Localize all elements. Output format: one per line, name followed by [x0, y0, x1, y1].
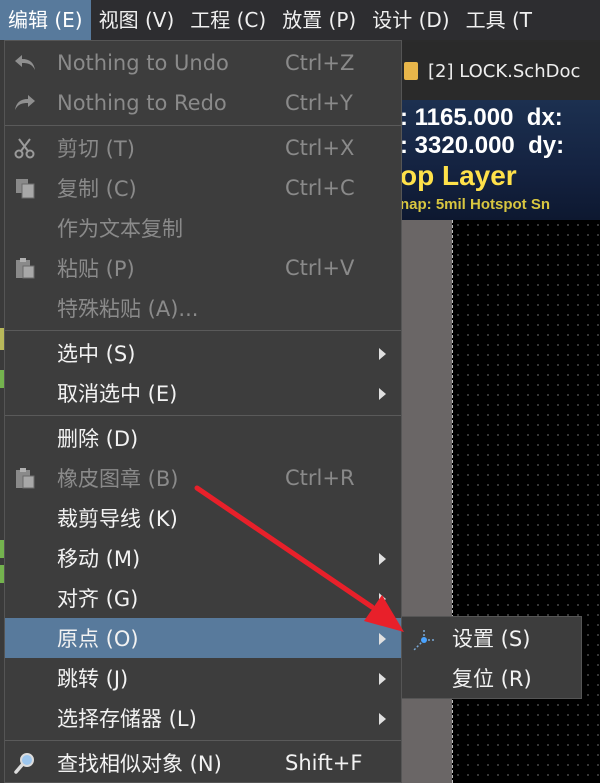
- submenu-arrow-icon: [379, 553, 386, 565]
- origin-icon: [410, 626, 438, 654]
- menu-item-jump[interactable]: 跳转 (J): [5, 658, 401, 698]
- hud-x-value: : 1165.000: [400, 104, 514, 131]
- menu-item-paste[interactable]: 粘贴 (P) Ctrl+V: [5, 248, 401, 288]
- document-tab-label: [2] LOCK.SchDoc: [428, 60, 581, 82]
- redo-icon: [11, 89, 39, 117]
- menu-item-shortcut: Shift+F: [285, 751, 363, 775]
- menu-item-label: 查找相似对象 (N): [57, 752, 222, 776]
- menu-item-label: 选择存储器 (L): [57, 707, 197, 731]
- menu-view[interactable]: 视图 (V): [91, 0, 183, 40]
- menu-item-shortcut: Ctrl+V: [285, 256, 355, 280]
- menu-separator: [5, 330, 401, 331]
- menu-tools[interactable]: 工具 (T: [458, 0, 540, 40]
- hud-snap: nap: 5mil Hotspot Sn: [400, 196, 550, 213]
- menu-item-deselect[interactable]: 取消选中 (E): [5, 373, 401, 413]
- menu-item-label: 删除 (D): [57, 427, 139, 451]
- menu-separator: [5, 125, 401, 126]
- menu-item-find-similar[interactable]: 查找相似对象 (N) Shift+F: [5, 743, 401, 783]
- menu-item-delete[interactable]: 删除 (D): [5, 418, 401, 458]
- menu-item-move[interactable]: 移动 (M): [5, 538, 401, 578]
- menu-separator: [5, 415, 401, 416]
- menu-item-cut[interactable]: 剪切 (T) Ctrl+X: [5, 128, 401, 168]
- menu-item-shortcut: Ctrl+Z: [285, 51, 355, 75]
- document-tab[interactable]: [2] LOCK.SchDoc: [400, 42, 600, 100]
- menu-place[interactable]: 放置 (P): [274, 0, 364, 40]
- menu-item-label: 作为文本复制: [57, 217, 183, 241]
- menu-item-redo[interactable]: Nothing to Redo Ctrl+Y: [5, 83, 401, 123]
- menu-item-origin[interactable]: 原点 (O): [5, 618, 401, 658]
- hud-x-row: : 1165.000 dx:: [400, 104, 563, 132]
- submenu-arrow-icon: [379, 633, 386, 645]
- menu-project[interactable]: 工程 (C): [182, 0, 274, 40]
- edit-menu: Nothing to Undo Ctrl+Z Nothing to Redo C…: [4, 40, 402, 783]
- hud-y-row: : 3320.000 dy:: [400, 132, 564, 160]
- undo-icon: [11, 49, 39, 77]
- menu-item-label: 复位 (R): [452, 667, 532, 691]
- menu-item-label: Nothing to Undo: [57, 51, 229, 75]
- menu-item-label: 复制 (C): [57, 177, 137, 201]
- menu-item-label: 剪切 (T): [57, 137, 135, 161]
- hud-dx-label: dx:: [526, 104, 563, 131]
- submenu-item-reset-origin[interactable]: 复位 (R): [402, 658, 581, 698]
- schematic-file-icon: [404, 62, 418, 80]
- menu-bar: 编辑 (E) 视图 (V) 工程 (C) 放置 (P) 设计 (D) 工具 (T: [0, 0, 600, 40]
- hud-dy-label: dy:: [528, 132, 565, 159]
- menu-item-shortcut: Ctrl+C: [285, 176, 355, 200]
- menu-item-label: Nothing to Redo: [57, 91, 227, 115]
- hud-y-value: : 3320.000: [400, 132, 515, 159]
- origin-submenu: 设置 (S) 复位 (R): [401, 616, 582, 699]
- menu-separator: [5, 740, 401, 741]
- submenu-arrow-icon: [379, 673, 386, 685]
- search-icon: [11, 749, 39, 777]
- menu-item-label: 粘贴 (P): [57, 257, 135, 281]
- rubber-stamp-icon: [11, 464, 39, 492]
- menu-item-label: 对齐 (G): [57, 587, 139, 611]
- menu-item-align[interactable]: 对齐 (G): [5, 578, 401, 618]
- menu-item-label: 取消选中 (E): [57, 382, 178, 406]
- menu-item-label: 特殊粘贴 (A)...: [57, 297, 199, 321]
- hud-layer: op Layer: [400, 160, 517, 191]
- heads-up-display: : 1165.000 dx: : 3320.000 dy: op Layer n…: [400, 100, 600, 220]
- menu-item-label: 选中 (S): [57, 342, 136, 366]
- menu-item-break-wire[interactable]: 裁剪导线 (K): [5, 498, 401, 538]
- menu-item-rubber-stamp[interactable]: 橡皮图章 (B) Ctrl+R: [5, 458, 401, 498]
- paste-icon: [11, 254, 39, 282]
- menu-item-label: 跳转 (J): [57, 667, 129, 691]
- menu-item-label: 原点 (O): [57, 627, 139, 651]
- menu-item-paste-special[interactable]: 特殊粘贴 (A)...: [5, 288, 401, 328]
- copy-icon: [11, 174, 39, 202]
- menu-item-label: 裁剪导线 (K): [57, 507, 178, 531]
- submenu-item-set-origin[interactable]: 设置 (S): [402, 618, 581, 658]
- menu-item-label: 橡皮图章 (B): [57, 467, 179, 491]
- menu-item-shortcut: Ctrl+X: [285, 136, 355, 160]
- menu-item-label: 移动 (M): [57, 547, 141, 571]
- menu-design[interactable]: 设计 (D): [364, 0, 457, 40]
- menu-item-copy[interactable]: 复制 (C) Ctrl+C: [5, 168, 401, 208]
- menu-item-label: 设置 (S): [452, 627, 531, 651]
- scissors-icon: [11, 134, 39, 162]
- submenu-arrow-icon: [379, 593, 386, 605]
- menu-edit[interactable]: 编辑 (E): [0, 0, 91, 40]
- menu-item-copy-as-text[interactable]: 作为文本复制: [5, 208, 401, 248]
- submenu-arrow-icon: [379, 388, 386, 400]
- submenu-arrow-icon: [379, 348, 386, 360]
- submenu-arrow-icon: [379, 713, 386, 725]
- menu-item-shortcut: Ctrl+Y: [285, 91, 353, 115]
- menu-item-select[interactable]: 选中 (S): [5, 333, 401, 373]
- menu-item-shortcut: Ctrl+R: [285, 466, 355, 490]
- menu-item-undo[interactable]: Nothing to Undo Ctrl+Z: [5, 43, 401, 83]
- menu-item-select-memory[interactable]: 选择存储器 (L): [5, 698, 401, 738]
